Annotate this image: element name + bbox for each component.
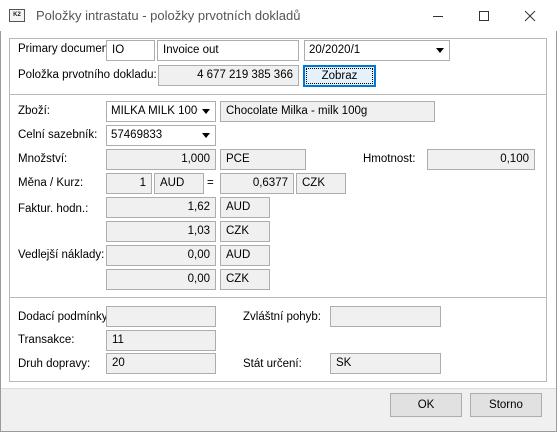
celni-sazebnik-select[interactable]: 57469833 [106, 125, 216, 146]
minimize-icon [433, 15, 443, 17]
druh-dopravy-label: Druh dopravy: [18, 358, 91, 370]
zbozi-code-value: MILKA MILK 100G [111, 105, 207, 117]
transakce-field[interactable]: 11 [106, 330, 216, 351]
kurz-value-field[interactable]: 0,6377 [220, 173, 294, 194]
celni-sazebnik-value: 57469833 [111, 129, 163, 141]
close-icon [524, 10, 536, 21]
mnozstvi-label: Množství: [18, 153, 68, 165]
druh-dopravy-field[interactable]: 20 [106, 353, 216, 374]
transakce-label: Transakce: [18, 334, 75, 346]
zobraz-button[interactable]: Zobraz [303, 65, 376, 87]
mnozstvi-field[interactable]: 1,000 [106, 149, 216, 170]
close-button[interactable] [507, 0, 553, 31]
vedlejsi-value-1-field[interactable]: 0,00 [106, 245, 216, 266]
hmotnost-label: Hmotnost: [363, 153, 416, 165]
dropdown-arrow-icon[interactable] [432, 42, 448, 59]
maximize-icon [479, 10, 489, 21]
primary-document-number-select[interactable]: 20/2020/1 [304, 40, 450, 61]
dropdown-arrow-icon[interactable] [198, 127, 214, 144]
dropdown-arrow-icon[interactable] [198, 103, 214, 120]
cancel-button[interactable]: Storno [470, 393, 542, 417]
kurz-currency-field[interactable]: CZK [296, 173, 346, 194]
stat-urceni-field[interactable]: SK [330, 353, 441, 374]
minimize-button[interactable] [415, 0, 461, 31]
mena-kurz-label: Měna / Kurz: [18, 177, 84, 189]
primary-document-code-field[interactable]: IO [106, 40, 155, 61]
zbozi-name-field[interactable]: Chocolate Milka - milk 100g [220, 101, 435, 122]
separator-2 [9, 297, 547, 298]
stat-urceni-label: Stát určení: [243, 358, 302, 370]
vedlejsi-value-2-field[interactable]: 0,00 [106, 269, 216, 290]
maximize-button[interactable] [461, 0, 507, 31]
zvlastni-pohyb-field[interactable] [330, 306, 441, 327]
window-title: Položky intrastatu - položky prvotních d… [36, 8, 301, 23]
form-group [9, 38, 547, 382]
vedlejsi-currency-2-field[interactable]: CZK [220, 269, 270, 290]
dodaci-podminky-label: Dodací podmínky: [18, 311, 111, 323]
equals-sign: = [207, 177, 214, 189]
primary-document-name-field[interactable]: Invoice out [157, 40, 299, 61]
separator-1 [9, 94, 547, 95]
polozka-label: Položka prvotního dokladu: [18, 69, 157, 81]
zbozi-label: Zboží: [18, 105, 50, 117]
faktur-value-1-field[interactable]: 1,62 [106, 197, 216, 218]
vedlejsi-naklady-label: Vedlejší náklady: [18, 249, 105, 261]
primary-document-number-value: 20/2020/1 [309, 44, 361, 56]
faktur-hodn-label: Faktur. hodn.: [18, 203, 89, 215]
zobraz-button-label: Zobraz [306, 68, 373, 84]
celni-sazebnik-label: Celní sazebník: [18, 129, 98, 141]
hmotnost-field[interactable]: 0,100 [427, 149, 535, 170]
dodaci-podminky-field[interactable] [106, 306, 216, 327]
faktur-currency-1-field[interactable]: AUD [220, 197, 270, 218]
mnozstvi-unit-field[interactable]: PCE [220, 149, 306, 170]
title-bar[interactable]: K2 Položky intrastatu - položky prvotníc… [0, 0, 557, 31]
mena-amount-field[interactable]: 1 [106, 173, 152, 194]
ok-button[interactable]: OK [390, 393, 462, 417]
mena-currency-field[interactable]: AUD [154, 173, 204, 194]
vedlejsi-currency-1-field[interactable]: AUD [220, 245, 270, 266]
app-icon: K2 [9, 9, 25, 22]
zvlastni-pohyb-label: Zvláštní pohyb: [243, 311, 321, 323]
polozka-value-field[interactable]: 4 677 219 385 366 [158, 65, 299, 86]
primary-document-label: Primary document [18, 43, 112, 55]
zbozi-select[interactable]: MILKA MILK 100G [106, 101, 216, 122]
faktur-currency-2-field[interactable]: CZK [220, 221, 270, 242]
faktur-value-2-field[interactable]: 1,03 [106, 221, 216, 242]
